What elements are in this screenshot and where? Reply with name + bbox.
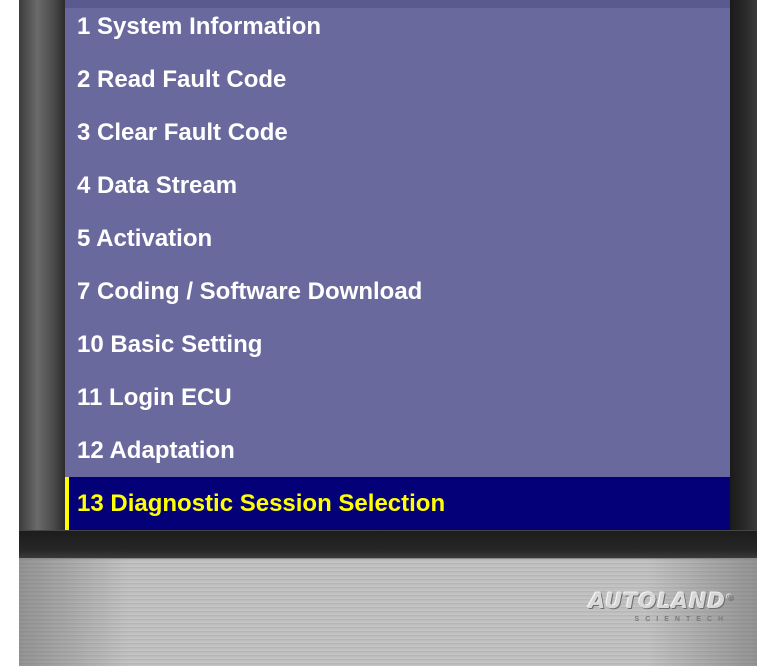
bezel-edge-line xyxy=(19,530,757,531)
diagnostic-screen: 1 System Information 2 Read Fault Code 3… xyxy=(65,8,730,530)
logo-name: AUTOLAND xyxy=(588,589,726,613)
logo-wordmark: AUTOLAND® xyxy=(589,589,735,613)
menu-item-adaptation[interactable]: 12 Adaptation xyxy=(65,424,730,477)
brushed-metal-panel: AUTOLAND® SCIENTECH xyxy=(19,558,757,666)
menu-item-system-information[interactable]: 1 System Information xyxy=(65,0,730,53)
logo-tagline: SCIENTECH xyxy=(634,616,729,623)
menu-item-basic-setting[interactable]: 10 Basic Setting xyxy=(65,318,730,371)
menu-item-login-ecu[interactable]: 11 Login ECU xyxy=(65,371,730,424)
device-left-frame xyxy=(19,0,65,530)
menu-item-data-stream[interactable]: 4 Data Stream xyxy=(65,159,730,212)
scanner-device: 1 System Information 2 Read Fault Code 3… xyxy=(19,0,757,666)
autoland-logo: AUTOLAND® SCIENTECH xyxy=(589,589,735,623)
menu-item-read-fault-code[interactable]: 2 Read Fault Code xyxy=(65,53,730,106)
menu-item-diagnostic-session-selection[interactable]: 13 Diagnostic Session Selection xyxy=(65,477,730,530)
menu-item-clear-fault-code[interactable]: 3 Clear Fault Code xyxy=(65,106,730,159)
registered-mark: ® xyxy=(726,593,735,602)
menu-item-activation[interactable]: 5 Activation xyxy=(65,212,730,265)
menu-item-coding-software-download[interactable]: 7 Coding / Software Download xyxy=(65,265,730,318)
screen-bottom-bezel xyxy=(19,530,757,558)
device-right-frame xyxy=(730,0,757,530)
